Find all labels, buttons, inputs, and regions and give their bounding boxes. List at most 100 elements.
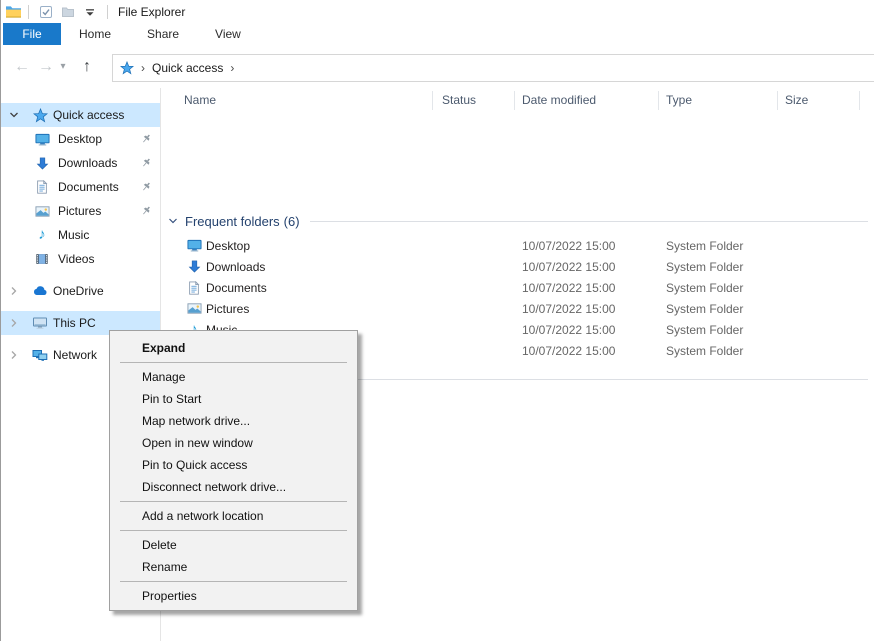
menu-item-pin-to-start[interactable]: Pin to Start — [110, 388, 357, 410]
divider — [107, 5, 108, 19]
date-modified: 10/07/2022 15:00 — [522, 281, 615, 295]
column-header-size[interactable]: Size — [785, 93, 808, 107]
music-icon: ♪ — [34, 228, 50, 242]
chevron-right-icon[interactable] — [9, 286, 21, 296]
sidebar-item-videos[interactable]: Videos — [1, 247, 160, 271]
navigation-bar: ← → ▾ ↑ › Quick access › — [1, 45, 874, 88]
column-header-row: Name Status Date modified Type Size — [162, 90, 874, 112]
properties-check-icon[interactable] — [36, 3, 56, 21]
documents-icon — [186, 281, 202, 295]
column-divider[interactable] — [658, 91, 659, 110]
group-header-frequent-folders[interactable]: Frequent folders (6) — [162, 212, 868, 230]
up-icon[interactable]: ↑ — [75, 45, 99, 88]
column-header-status[interactable]: Status — [442, 93, 476, 107]
context-menu: Expand Manage Pin to Start Map network d… — [109, 330, 358, 611]
forward-icon[interactable]: → — [35, 45, 57, 88]
sidebar-item-music[interactable]: ♪ Music — [1, 223, 160, 247]
pin-icon — [140, 157, 152, 169]
column-divider[interactable] — [859, 91, 860, 110]
tab-file[interactable]: File — [3, 23, 61, 45]
menu-item-delete[interactable]: Delete — [110, 534, 357, 556]
breadcrumb-chevron-icon[interactable]: › — [141, 61, 145, 75]
onedrive-cloud-icon — [32, 283, 48, 299]
pin-icon — [140, 205, 152, 217]
pictures-icon — [34, 204, 50, 219]
sidebar-item-pictures[interactable]: Pictures — [1, 199, 160, 223]
menu-item-disconnect-network-drive[interactable]: Disconnect network drive... — [110, 476, 357, 498]
group-label: Frequent folders — [185, 214, 280, 229]
tab-view[interactable]: View — [197, 23, 259, 45]
tab-home[interactable]: Home — [61, 23, 129, 45]
sidebar-item-label: Network — [53, 348, 97, 362]
date-modified: 10/07/2022 15:00 — [522, 239, 615, 253]
file-explorer-window: File Explorer File Home Share View ← → ▾… — [0, 0, 874, 641]
menu-item-manage[interactable]: Manage — [110, 366, 357, 388]
file-row-desktop[interactable]: Desktop 10/07/2022 15:00 System Folder — [162, 235, 874, 256]
column-header-date-modified[interactable]: Date modified — [522, 93, 596, 107]
recent-locations-chevron-icon[interactable]: ▾ — [56, 45, 70, 88]
menu-separator — [120, 501, 347, 502]
menu-item-properties[interactable]: Properties — [110, 585, 357, 607]
breadcrumb-chevron-icon[interactable]: › — [230, 61, 234, 75]
sidebar-item-documents[interactable]: Documents — [1, 175, 160, 199]
customize-quick-access-dropdown-icon[interactable] — [80, 3, 100, 21]
titlebar: File Explorer — [1, 0, 874, 23]
menu-item-expand[interactable]: Expand — [110, 337, 357, 359]
documents-icon — [34, 180, 50, 194]
this-pc-icon — [32, 315, 48, 331]
file-type: System Folder — [666, 260, 743, 274]
file-explorer-logo-icon — [5, 4, 22, 19]
file-type: System Folder — [666, 239, 743, 253]
menu-item-open-in-new-window[interactable]: Open in new window — [110, 432, 357, 454]
sidebar-item-label: Videos — [58, 252, 94, 266]
group-rule — [283, 379, 868, 380]
sidebar-item-downloads[interactable]: Downloads — [1, 151, 160, 175]
file-name: Pictures — [206, 302, 249, 316]
chevron-right-icon[interactable] — [9, 318, 21, 328]
network-icon — [32, 347, 48, 363]
videos-icon — [34, 252, 50, 266]
menu-separator — [120, 362, 347, 363]
menu-item-add-network-location[interactable]: Add a network location — [110, 505, 357, 527]
file-type: System Folder — [666, 323, 743, 337]
sidebar-item-quick-access[interactable]: Quick access — [1, 103, 160, 127]
file-row-documents[interactable]: Documents 10/07/2022 15:00 System Folder — [162, 277, 874, 298]
file-name: Documents — [206, 281, 267, 295]
divider — [28, 5, 29, 19]
quick-access-star-icon — [120, 61, 134, 75]
column-divider[interactable] — [777, 91, 778, 110]
file-type: System Folder — [666, 302, 743, 316]
column-header-name[interactable]: Name — [184, 93, 216, 107]
downloads-icon — [186, 259, 202, 274]
file-row-pictures[interactable]: Pictures 10/07/2022 15:00 System Folder — [162, 298, 874, 319]
group-count: (6) — [284, 214, 300, 229]
sidebar-item-onedrive[interactable]: OneDrive — [1, 279, 160, 303]
address-bar[interactable]: › Quick access › — [112, 54, 874, 82]
menu-item-rename[interactable]: Rename — [110, 556, 357, 578]
pin-icon — [140, 133, 152, 145]
sidebar-item-label: Desktop — [58, 132, 102, 146]
menu-item-map-network-drive[interactable]: Map network drive... — [110, 410, 357, 432]
menu-separator — [120, 581, 347, 582]
menu-item-pin-to-quick-access[interactable]: Pin to Quick access — [110, 454, 357, 476]
sidebar-item-desktop[interactable]: Desktop — [1, 127, 160, 151]
column-header-type[interactable]: Type — [666, 93, 692, 107]
tab-share[interactable]: Share — [129, 23, 197, 45]
new-folder-icon[interactable] — [58, 3, 78, 21]
sidebar-item-label: Downloads — [58, 156, 117, 170]
column-divider[interactable] — [514, 91, 515, 110]
desktop-icon — [34, 132, 50, 147]
chevron-right-icon[interactable] — [9, 350, 21, 360]
sidebar-item-label: Pictures — [58, 204, 101, 218]
column-divider[interactable] — [432, 91, 433, 110]
chevron-down-icon[interactable] — [168, 216, 178, 226]
chevron-down-icon[interactable] — [9, 110, 21, 120]
sidebar-item-label: Quick access — [53, 108, 124, 122]
window-title: File Explorer — [118, 5, 185, 19]
file-row-downloads[interactable]: Downloads 10/07/2022 15:00 System Folder — [162, 256, 874, 277]
breadcrumb[interactable]: Quick access — [152, 61, 223, 75]
back-icon[interactable]: ← — [11, 45, 33, 88]
file-name: Downloads — [206, 260, 265, 274]
menu-separator — [120, 530, 347, 531]
pin-icon — [140, 181, 152, 193]
